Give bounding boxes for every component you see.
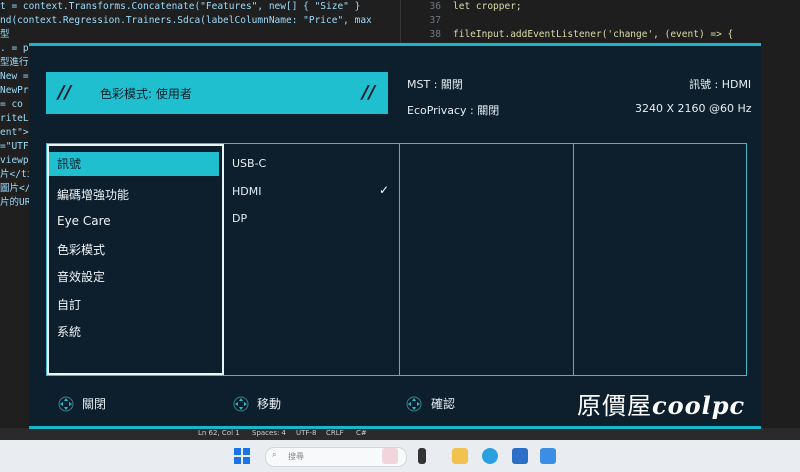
vscode-icon[interactable] xyxy=(540,448,556,464)
footer-close[interactable]: 關閉 xyxy=(82,395,106,412)
mst-status: MST : 關閉 xyxy=(407,78,463,91)
code-text: let cropper; xyxy=(453,1,522,12)
menu-item-audio[interactable]: 音效設定 xyxy=(57,268,222,285)
check-icon: ✓ xyxy=(379,183,390,197)
language-mode[interactable]: C# xyxy=(356,429,367,437)
editor-status-bar: Ln 62, Col 1 Spaces: 4 UTF-8 CRLF C# xyxy=(0,428,800,440)
code-row: 37 xyxy=(401,14,800,28)
app-icon-1[interactable] xyxy=(382,448,398,464)
edge-icon[interactable] xyxy=(482,448,498,464)
code-line: t = context.Transforms.Concatenate("Feat… xyxy=(0,1,361,12)
color-mode-title: 色彩模式: 使用者 xyxy=(100,87,192,101)
cursor-position[interactable]: Ln 62, Col 1 xyxy=(198,429,240,437)
dpad-move-icon xyxy=(233,396,249,412)
submenu-item-usbc[interactable]: USB-C xyxy=(232,157,266,170)
badge-slash-left: // xyxy=(58,82,72,103)
color-mode-badge: // 色彩模式: 使用者 // xyxy=(46,72,388,114)
windows-taskbar: ⌕ 搜尋 xyxy=(0,440,800,472)
menu-item-system[interactable]: 系統 xyxy=(57,323,222,340)
monitor-osd-menu: // 色彩模式: 使用者 // MST : 關閉 EcoPrivacy : 關閉… xyxy=(29,43,761,429)
code-line: 型 xyxy=(0,29,10,40)
line-number: 37 xyxy=(429,15,441,26)
resolution-status: 3240 X 2160 @60 Hz xyxy=(635,102,752,115)
menu-item-encoding-enhance[interactable]: 編碼增強功能 xyxy=(57,186,222,203)
submenu-item-dp[interactable]: DP xyxy=(232,212,247,225)
encoding[interactable]: UTF-8 xyxy=(296,429,316,437)
line-number: 38 xyxy=(429,29,441,40)
menu-item-eye-care[interactable]: Eye Care xyxy=(57,214,222,228)
dpad-close-icon xyxy=(58,396,74,412)
code-row: 36 let cropper; xyxy=(401,0,800,14)
code-row: 38 fileInput.addEventListener('change', (… xyxy=(401,28,800,42)
footer-move[interactable]: 移動 xyxy=(257,395,281,412)
line-number: 36 xyxy=(429,1,441,12)
main-menu: 訊號 編碼增強功能 Eye Care 色彩模式 音效設定 自訂 系統 xyxy=(47,144,224,375)
file-explorer-icon[interactable] xyxy=(452,448,468,464)
menu-item-custom[interactable]: 自訂 xyxy=(57,296,222,313)
submenu-column: USB-C HDMI ✓ DP xyxy=(224,144,399,375)
menu-column-4 xyxy=(573,144,747,375)
signal-status: 訊號 : HDMI xyxy=(689,78,752,91)
code-line: nd(context.Regression.Trainers.Sdca(labe… xyxy=(0,15,372,26)
menu-panel: 訊號 編碼增強功能 Eye Care 色彩模式 音效設定 自訂 系統 USB-C… xyxy=(46,143,747,376)
code-text: fileInput.addEventListener('change', (ev… xyxy=(453,29,734,40)
app-icon-2[interactable] xyxy=(418,448,426,464)
indent-setting[interactable]: Spaces: 4 xyxy=(252,429,286,437)
submenu-item-hdmi[interactable]: HDMI xyxy=(232,185,261,198)
ecoprivacy-status: EcoPrivacy : 關閉 xyxy=(407,104,500,117)
menu-item-color-mode[interactable]: 色彩模式 xyxy=(57,241,222,258)
badge-slash-right: // xyxy=(362,82,376,103)
line-ending[interactable]: CRLF xyxy=(326,429,344,437)
menu-item-signal[interactable]: 訊號 xyxy=(49,152,219,176)
dpad-confirm-icon xyxy=(406,396,422,412)
footer-confirm[interactable]: 確認 xyxy=(431,395,455,412)
coolpc-watermark-logo: 原價屋coolpc xyxy=(577,391,746,420)
windows-start-icon[interactable] xyxy=(234,448,250,464)
store-icon[interactable] xyxy=(512,448,528,464)
search-icon: ⌕ xyxy=(272,450,277,459)
menu-column-3 xyxy=(399,144,574,375)
